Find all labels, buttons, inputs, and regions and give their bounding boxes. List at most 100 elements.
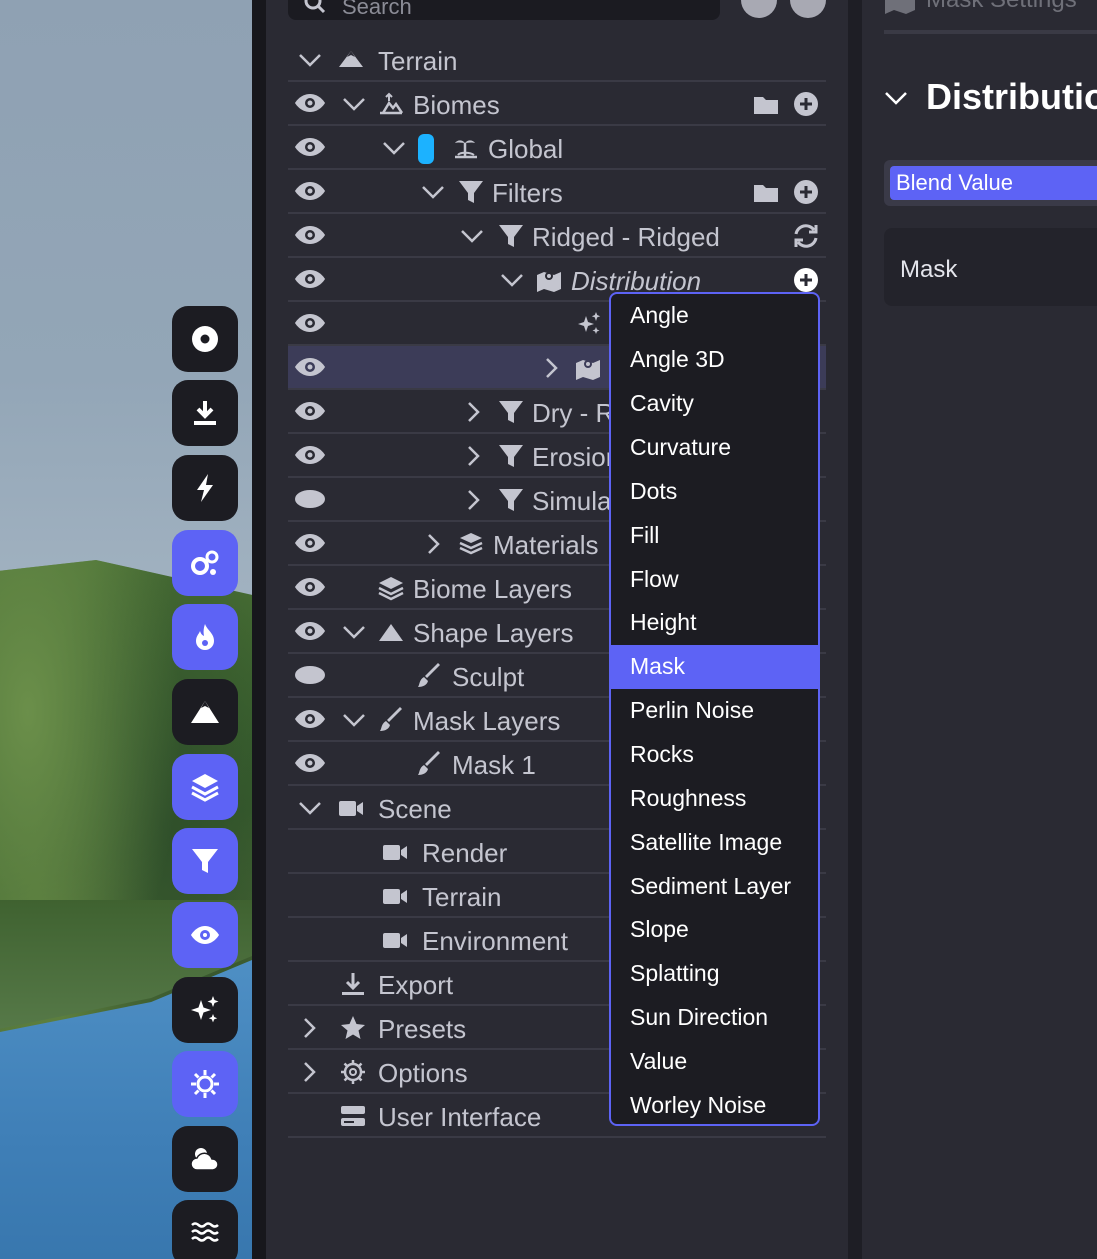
dropdown-option[interactable]: Angle 3D [611,338,818,382]
chevron-right-icon[interactable] [462,490,486,510]
chevron-right-icon[interactable] [298,1062,322,1082]
export-tool-button[interactable] [172,380,238,446]
chevron-down-icon[interactable] [382,138,406,158]
tree-row-label: Render [422,838,508,868]
weather-tool-button[interactable] [172,1126,238,1192]
map-icon [537,272,561,292]
chevron-down-icon[interactable] [342,94,366,114]
bolt-tool-button[interactable] [172,455,238,521]
add-icon[interactable] [792,91,820,117]
tree-row-label: Options [378,1058,468,1088]
dropdown-option[interactable]: Sun Direction [611,996,818,1040]
blend-value-field[interactable]: Blend Value [890,166,1097,200]
download-icon [194,401,216,425]
dropdown-option[interactable]: Sediment Layer [611,865,818,909]
dropdown-option[interactable]: Curvature [611,426,818,470]
dropdown-option-selected[interactable]: Mask [611,645,818,689]
dropdown-option[interactable]: Perlin Noise [611,689,818,733]
folder-icon[interactable] [752,179,780,205]
tree-row-label: Export [378,970,454,1000]
water-icon [191,1222,219,1242]
eye-icon[interactable] [294,532,326,554]
dropdown-option[interactable]: Fill [611,514,818,558]
dropdown-option[interactable]: Cavity [611,382,818,426]
eye-icon[interactable] [294,224,326,246]
dropdown-option[interactable]: Splatting [611,952,818,996]
eye-icon[interactable] [294,268,326,290]
add-distribution-dropdown: Angle Angle 3D Cavity Curvature Dots Fil… [609,292,820,1126]
layers-tool-button[interactable] [172,754,238,820]
eye-icon[interactable] [294,620,326,642]
dropdown-option[interactable]: Angle [611,294,818,338]
dropdown-option[interactable]: Dots [611,470,818,514]
chevron-right-icon[interactable] [462,446,486,466]
expand-all-button[interactable] [790,0,826,18]
tree-row-filters[interactable]: Filters [288,170,826,214]
eye-icon[interactable] [294,576,326,598]
eye-icon[interactable] [294,444,326,466]
panel-divider[interactable] [252,0,266,1259]
cloud-sun-icon [190,1148,219,1171]
water-tool-button[interactable] [172,1200,238,1259]
chevron-down-icon[interactable] [298,50,322,70]
eye-icon[interactable] [294,312,326,334]
chevron-down-icon[interactable] [342,622,366,642]
chevron-down-icon[interactable] [884,88,908,108]
visibility-tool-button[interactable] [172,902,238,968]
tree-row-label: Shape Layers [413,618,574,648]
dropdown-option[interactable]: Satellite Image [611,821,818,865]
chevron-down-icon[interactable] [298,798,322,818]
eye-icon[interactable] [294,136,326,158]
effects-tool-button[interactable] [172,977,238,1043]
tree-row-biomes[interactable]: Biomes [288,82,826,126]
chevron-right-icon[interactable] [462,402,486,422]
search-input[interactable]: Search [288,0,720,20]
chevron-right-icon[interactable] [540,358,564,378]
eye-icon[interactable] [294,752,326,774]
tree-row-label: Mask 1 [452,750,536,780]
dropdown-option[interactable]: Value [611,1040,818,1084]
chevron-down-icon[interactable] [342,710,366,730]
chevron-right-icon[interactable] [298,1018,322,1038]
terrain-viewport[interactable] [0,0,252,1259]
layers-icon [191,774,219,802]
tree-row-label: Biome Layers [413,574,572,604]
eye-icon[interactable] [294,92,326,114]
dropdown-option[interactable]: Height [611,601,818,645]
collapse-all-button[interactable] [741,0,777,18]
record-button[interactable] [172,306,238,372]
chevron-down-icon[interactable] [421,182,445,202]
folder-icon[interactable] [752,91,780,117]
fire-tool-button[interactable] [172,604,238,670]
filter-tool-button[interactable] [172,828,238,894]
add-icon[interactable] [792,267,820,293]
eye-icon[interactable] [294,708,326,730]
dropdown-option[interactable]: Slope [611,908,818,952]
refresh-icon[interactable] [792,223,820,249]
dropdown-option[interactable]: Roughness [611,777,818,821]
sun-tool-button[interactable] [172,1051,238,1117]
map-icon [885,0,915,14]
mountain-tool-button[interactable] [172,679,238,745]
chevron-down-icon[interactable] [460,226,484,246]
dropdown-option[interactable]: Flow [611,558,818,602]
materials-icon [459,533,483,555]
tree-row-terrain[interactable]: Terrain [288,38,826,82]
dropdown-option[interactable]: Rocks [611,733,818,777]
mask-label: Mask [900,256,958,283]
add-icon[interactable] [792,179,820,205]
tree-row-global[interactable]: Global [288,126,826,170]
eye-icon[interactable] [294,400,326,422]
gears-tool-button[interactable] [172,530,238,596]
chevron-down-icon[interactable] [500,270,524,290]
dropdown-option[interactable]: Worley Noise [611,1084,818,1124]
filter-icon [499,401,523,423]
eye-icon[interactable] [294,180,326,202]
eye-icon[interactable] [294,356,326,378]
eye-closed-icon[interactable] [294,488,326,510]
panel-gap [848,0,862,1259]
eye-closed-icon[interactable] [294,664,326,686]
tree-row-ridged[interactable]: Ridged - Ridged [288,214,826,258]
chevron-right-icon[interactable] [422,534,446,554]
biome-color-swatch[interactable] [418,134,434,164]
